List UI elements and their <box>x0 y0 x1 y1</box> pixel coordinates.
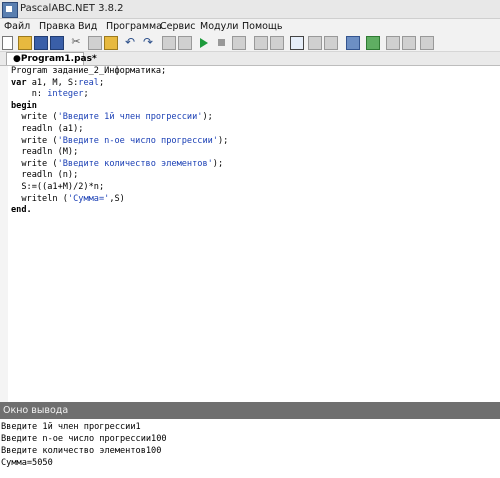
output-line: Введите 1й член прогрессии1 <box>1 422 141 432</box>
code-line: var a1, M, S:real; <box>11 77 105 88</box>
window-split-icon[interactable] <box>402 36 416 50</box>
code-line: S:=((a1+M)/2)*n; <box>11 181 105 192</box>
app-logo-icon <box>2 2 18 18</box>
format-icon[interactable] <box>270 36 284 50</box>
help-icon[interactable] <box>420 36 434 50</box>
layout-alt-icon[interactable] <box>308 36 322 50</box>
code-line: end. <box>11 205 32 216</box>
copy-icon[interactable] <box>88 36 102 50</box>
step-icon[interactable] <box>254 36 268 50</box>
toolbar: ✂ ↶ ↷ <box>0 35 500 52</box>
layout-icon[interactable] <box>290 36 304 50</box>
menu-edit[interactable]: Правка <box>39 21 75 32</box>
code-line: n: integer; <box>11 89 89 100</box>
output-window-header: Окно вывода <box>0 402 500 419</box>
menu-modules[interactable]: Модули <box>200 21 238 32</box>
debug-icon[interactable] <box>232 36 246 50</box>
editor-gutter <box>0 66 8 402</box>
output-window[interactable]: Введите 1й член прогрессии1 Введите n-ое… <box>0 419 500 478</box>
code-line: readln (n); <box>11 170 79 181</box>
open-folder-icon[interactable] <box>18 36 32 50</box>
title-bar: PascalABC.NET 3.8.2 <box>0 0 500 19</box>
code-line: write ('Введите 1й член прогрессии'); <box>11 112 213 123</box>
undo-icon[interactable]: ↶ <box>124 36 136 48</box>
menu-view[interactable]: Вид <box>78 21 97 32</box>
code-text[interactable]: Program задание_2_Информатика; var a1, M,… <box>11 66 228 217</box>
code-line: write ('Введите n-ое число прогрессии'); <box>11 135 229 146</box>
save-icon[interactable] <box>34 36 48 50</box>
window-icon[interactable] <box>366 36 380 50</box>
code-line: write ('Введите количество элементов'); <box>11 158 224 169</box>
menu-bar: Файл Правка Вид Программа Сервис Модули … <box>0 19 500 35</box>
redo-icon[interactable]: ↷ <box>142 36 154 48</box>
menu-file[interactable]: Файл <box>4 21 30 32</box>
paste-icon[interactable] <box>104 36 118 50</box>
menu-help[interactable]: Помощь <box>242 21 282 32</box>
code-line: writeln ('Сумма=',S) <box>11 193 125 204</box>
new-file-icon[interactable] <box>2 36 13 50</box>
module-icon[interactable] <box>346 36 360 50</box>
cut-icon[interactable]: ✂ <box>70 36 82 48</box>
output-line: Сумма=5050 <box>1 458 53 468</box>
tab-program1[interactable]: ●Program1.pas* <box>6 52 97 65</box>
output-window-title: Окно вывода <box>3 405 69 416</box>
settings-icon[interactable] <box>324 36 338 50</box>
code-line: begin <box>11 100 37 111</box>
output-line: Введите количество элементов100 <box>1 446 162 456</box>
output-line: Введите n-ое число прогрессии100 <box>1 434 167 444</box>
save-all-icon[interactable] <box>50 36 64 50</box>
window-alt-icon[interactable] <box>386 36 400 50</box>
code-line: Program задание_2_Информатика; <box>11 66 167 76</box>
run-icon[interactable] <box>200 38 208 48</box>
window-title: PascalABC.NET 3.8.2 <box>20 3 124 14</box>
code-line: readln (M); <box>11 147 79 158</box>
build-icon[interactable] <box>178 36 192 50</box>
compile-icon[interactable] <box>162 36 176 50</box>
menu-program[interactable]: Программа <box>106 21 162 32</box>
menu-service[interactable]: Сервис <box>160 21 196 32</box>
code-line: readln (a1); <box>11 123 84 134</box>
code-editor[interactable]: Program задание_2_Информатика; var a1, M,… <box>0 66 500 402</box>
tab-bar: ●Program1.pas* <box>0 52 500 66</box>
stop-icon[interactable] <box>218 39 225 46</box>
